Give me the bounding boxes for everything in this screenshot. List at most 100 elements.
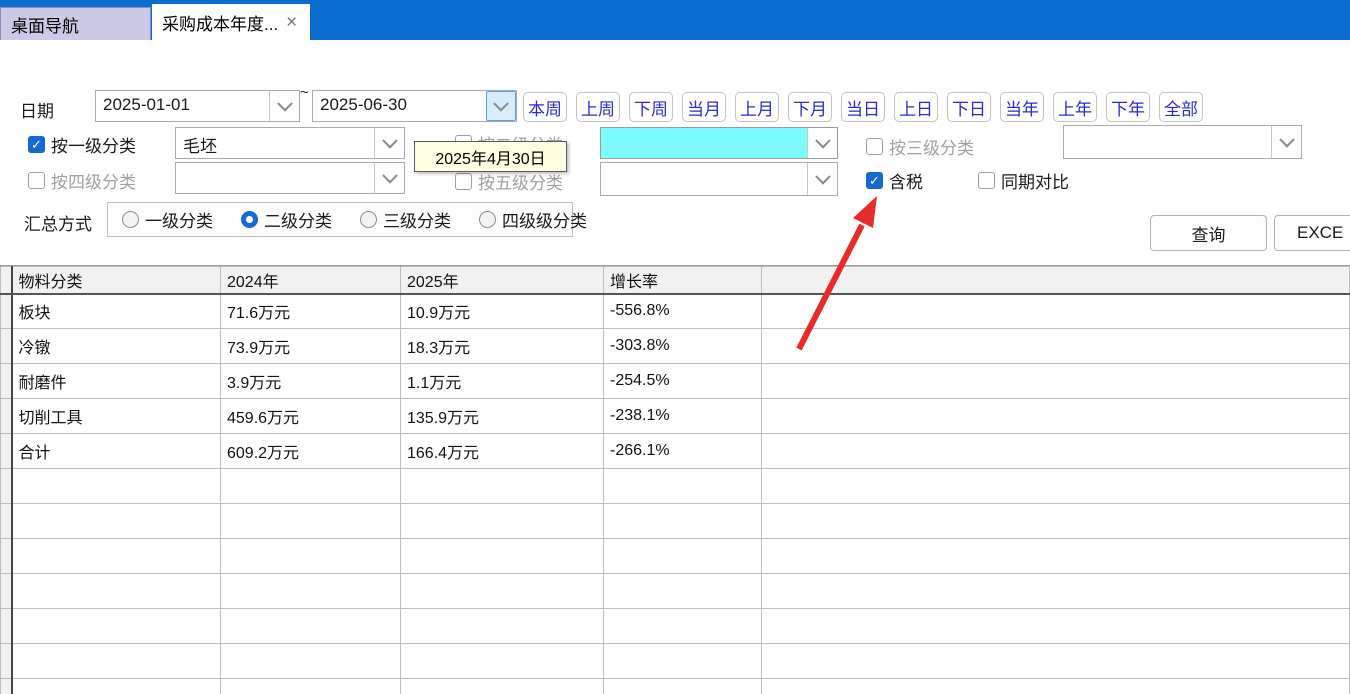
table-row[interactable]: 切削工具459.6万元135.9万元-238.1%	[1, 399, 1350, 434]
quick-range-button[interactable]: 下日	[947, 92, 991, 122]
table-cell[interactable]	[221, 609, 401, 644]
checkbox-level4[interactable]: ✓ 按四级分类	[28, 168, 136, 193]
table-cell[interactable]: -556.8%	[604, 294, 762, 329]
table-cell[interactable]	[762, 399, 1350, 434]
checkbox-tax-included[interactable]: ✓ 含税	[866, 168, 923, 193]
table-cell[interactable]	[762, 679, 1350, 694]
date-from-combobox[interactable]: 2025-01-01	[95, 90, 300, 122]
quick-range-button[interactable]: 上周	[576, 92, 620, 122]
table-cell[interactable]: 耐磨件	[12, 364, 221, 399]
table-cell[interactable]	[762, 644, 1350, 679]
table-cell[interactable]	[221, 469, 401, 504]
quick-range-button[interactable]: 当日	[841, 92, 885, 122]
quick-range-button[interactable]: 下月	[788, 92, 832, 122]
table-cell[interactable]	[762, 469, 1350, 504]
table-cell[interactable]: 3.9万元	[221, 364, 401, 399]
quick-range-button[interactable]: 当年	[1000, 92, 1044, 122]
table-cell[interactable]	[12, 469, 221, 504]
table-cell[interactable]	[221, 574, 401, 609]
chevron-down-icon[interactable]	[486, 91, 516, 121]
table-cell[interactable]	[604, 574, 762, 609]
report-grid[interactable]: 物料分类 2024年 2025年 增长率 板块71.6万元10.9万元-556.…	[0, 266, 1350, 694]
table-row[interactable]	[1, 609, 1350, 644]
excel-export-button[interactable]: EXCE	[1274, 215, 1350, 251]
table-cell[interactable]: 71.6万元	[221, 294, 401, 329]
level4-combobox[interactable]	[175, 162, 405, 194]
table-cell[interactable]: 73.9万元	[221, 329, 401, 364]
table-cell[interactable]: 135.9万元	[401, 399, 604, 434]
row-selector[interactable]	[1, 329, 12, 364]
table-cell[interactable]	[604, 504, 762, 539]
table-cell[interactable]	[762, 434, 1350, 469]
table-row[interactable]	[1, 574, 1350, 609]
tab-procurement-cost[interactable]: 采购成本年度... ×	[152, 4, 310, 40]
table-cell[interactable]	[12, 679, 221, 694]
table-cell[interactable]: 冷镦	[12, 329, 221, 364]
close-icon[interactable]: ×	[286, 13, 297, 32]
table-cell[interactable]	[401, 469, 604, 504]
table-cell[interactable]	[762, 364, 1350, 399]
table-row[interactable]: 冷镦73.9万元18.3万元-303.8%	[1, 329, 1350, 364]
table-row[interactable]	[1, 679, 1350, 694]
column-header[interactable]: 2024年	[221, 267, 401, 294]
quick-range-button[interactable]: 上日	[894, 92, 938, 122]
table-cell[interactable]	[221, 644, 401, 679]
table-cell[interactable]: -303.8%	[604, 329, 762, 364]
table-cell[interactable]: -254.5%	[604, 364, 762, 399]
table-cell[interactable]	[401, 539, 604, 574]
table-row[interactable]	[1, 469, 1350, 504]
chevron-down-icon[interactable]	[269, 91, 299, 121]
quick-range-button[interactable]: 当月	[682, 92, 726, 122]
column-header[interactable]: 2025年	[401, 267, 604, 294]
tab-desktop-nav[interactable]: 桌面导航	[0, 7, 151, 40]
row-selector[interactable]	[1, 609, 12, 644]
row-selector[interactable]	[1, 399, 12, 434]
checkbox-level5[interactable]: ✓ 按五级分类	[455, 169, 563, 194]
row-selector[interactable]	[1, 364, 12, 399]
row-selector[interactable]	[1, 574, 12, 609]
table-cell[interactable]: -266.1%	[604, 434, 762, 469]
level2-combobox[interactable]	[600, 127, 838, 159]
row-selector[interactable]	[1, 469, 12, 504]
table-cell[interactable]: 18.3万元	[401, 329, 604, 364]
quick-range-button[interactable]: 下年	[1106, 92, 1150, 122]
row-selector[interactable]	[1, 504, 12, 539]
table-cell[interactable]: 板块	[12, 294, 221, 329]
table-cell[interactable]: 切削工具	[12, 399, 221, 434]
row-selector[interactable]	[1, 679, 12, 694]
level1-combobox[interactable]: 毛坯	[175, 127, 405, 159]
chevron-down-icon[interactable]	[374, 128, 404, 158]
table-cell[interactable]	[401, 504, 604, 539]
table-row[interactable]: 合计609.2万元166.4万元-266.1%	[1, 434, 1350, 469]
column-header[interactable]: 物料分类	[12, 267, 221, 294]
summary-radio[interactable]: 一级分类	[122, 207, 213, 232]
table-cell[interactable]: 1.1万元	[401, 364, 604, 399]
quick-range-button[interactable]: 本周	[523, 92, 567, 122]
table-cell[interactable]	[401, 574, 604, 609]
column-header[interactable]: 增长率	[604, 267, 762, 294]
quick-range-button[interactable]: 上月	[735, 92, 779, 122]
table-cell[interactable]	[604, 469, 762, 504]
table-row[interactable]	[1, 504, 1350, 539]
chevron-down-icon[interactable]	[807, 128, 837, 158]
date-to-combobox[interactable]: 2025-06-30	[312, 90, 517, 122]
table-cell[interactable]	[12, 574, 221, 609]
table-cell[interactable]	[221, 539, 401, 574]
table-cell[interactable]	[12, 644, 221, 679]
table-cell[interactable]: 10.9万元	[401, 294, 604, 329]
table-cell[interactable]	[12, 609, 221, 644]
table-cell[interactable]	[604, 679, 762, 694]
summary-radio[interactable]: 二级分类	[241, 207, 332, 232]
table-cell[interactable]: 459.6万元	[221, 399, 401, 434]
chevron-down-icon[interactable]	[374, 163, 404, 193]
table-row[interactable]	[1, 539, 1350, 574]
quick-range-button[interactable]: 全部	[1159, 92, 1203, 122]
table-cell[interactable]	[401, 679, 604, 694]
level3-combobox[interactable]	[1063, 125, 1302, 159]
quick-range-button[interactable]: 下周	[629, 92, 673, 122]
row-selector[interactable]	[1, 539, 12, 574]
table-cell[interactable]	[221, 504, 401, 539]
quick-range-button[interactable]: 上年	[1053, 92, 1097, 122]
level5-combobox[interactable]	[600, 162, 838, 196]
table-cell[interactable]: 合计	[12, 434, 221, 469]
